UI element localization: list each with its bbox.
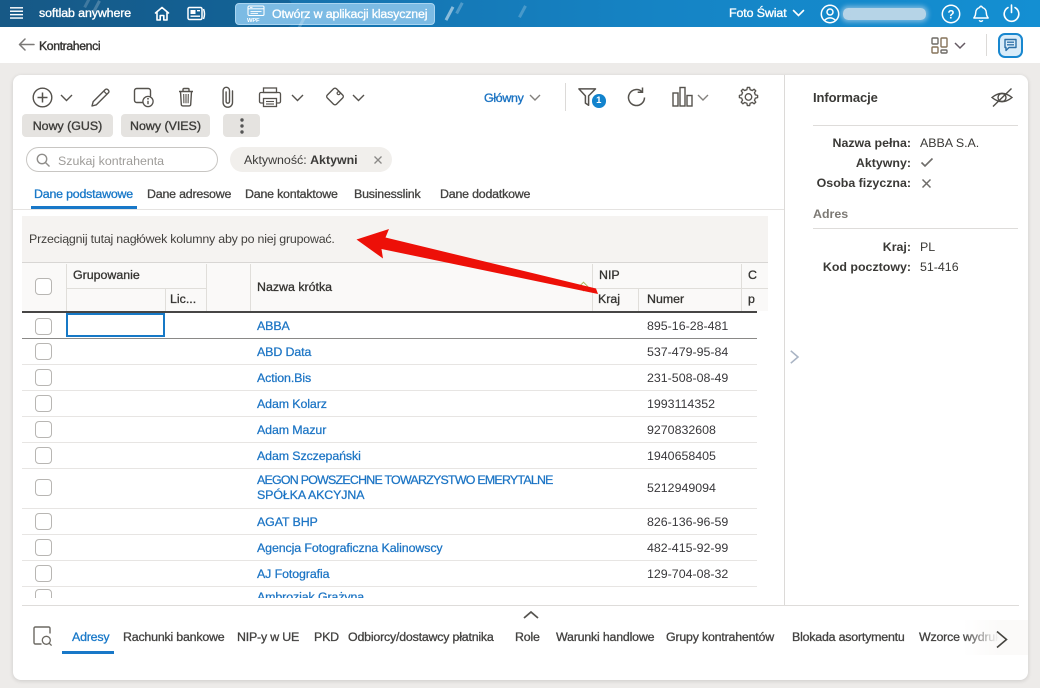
svg-text:WPF: WPF bbox=[247, 18, 260, 23]
svg-text:?: ? bbox=[947, 9, 954, 21]
